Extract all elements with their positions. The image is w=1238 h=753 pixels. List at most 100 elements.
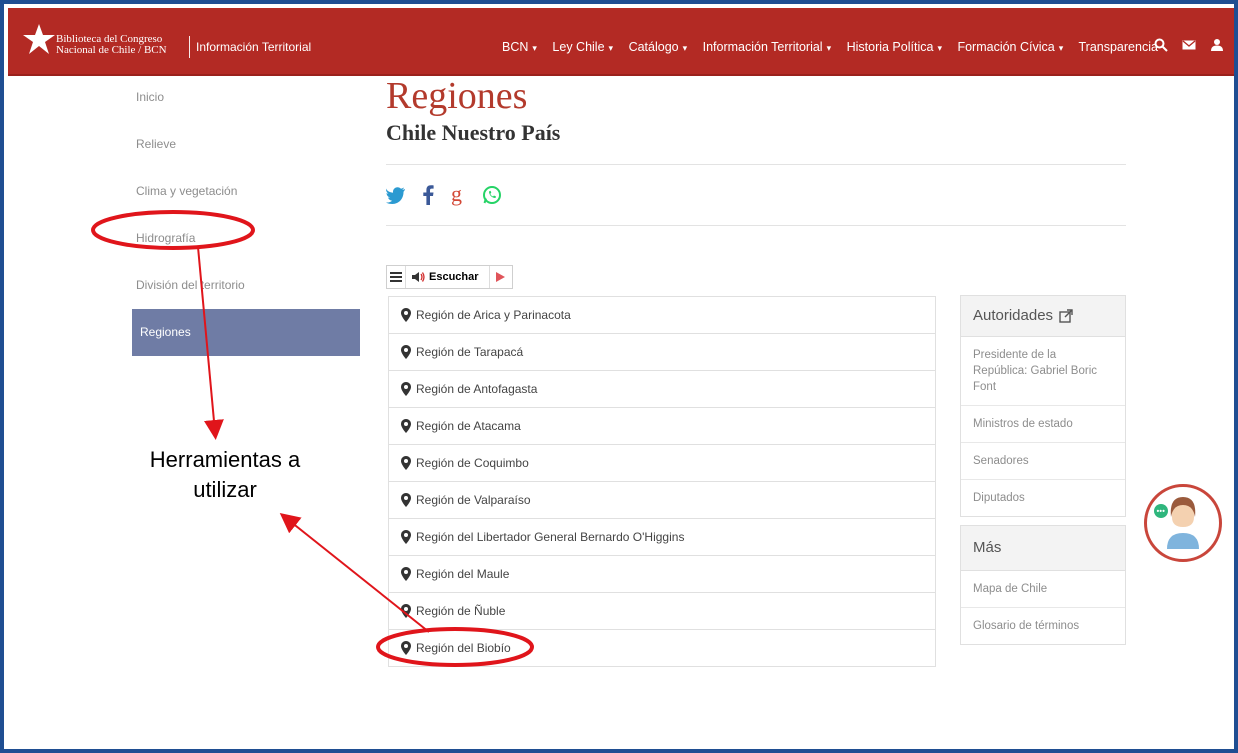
chevron-down-icon: ▾ <box>937 43 942 53</box>
facebook-icon[interactable] <box>422 185 434 205</box>
play-button[interactable] <box>488 266 512 288</box>
sidebar-item-regiones[interactable]: Regiones <box>132 309 360 356</box>
search-icon[interactable] <box>1154 38 1168 52</box>
chevron-down-icon: ▾ <box>532 43 537 53</box>
speaker-icon <box>412 272 425 282</box>
region-name: Región de Arica y Parinacota <box>416 308 571 322</box>
brand-separator <box>189 36 190 58</box>
map-marker-icon <box>401 641 411 655</box>
brand-section-label[interactable]: Información Territorial <box>196 40 311 54</box>
mas-item-glosario[interactable]: Glosario de términos <box>961 608 1125 644</box>
nav-catalogo[interactable]: Catálogo ▾ <box>629 40 688 54</box>
nav-transparencia[interactable]: Transparencia <box>1078 40 1157 54</box>
regions-list: Región de Arica y Parinacota Región de T… <box>388 296 936 667</box>
nav-transparencia-label: Transparencia <box>1078 40 1158 54</box>
text-to-speech-player: Escuchar <box>386 265 513 289</box>
chevron-down-icon: ▾ <box>826 43 832 53</box>
list-item[interactable]: Región de Tarapacá <box>389 334 935 371</box>
nav-formacion-civica[interactable]: Formación Cívica ▾ <box>957 40 1063 54</box>
brand-name[interactable]: Biblioteca del Congreso Nacional de Chil… <box>56 34 167 56</box>
user-icon[interactable] <box>1210 38 1224 52</box>
map-marker-icon <box>401 456 411 470</box>
list-item[interactable]: Región del Maule <box>389 556 935 593</box>
region-name: Región de Coquimbo <box>416 456 529 470</box>
autoridades-heading[interactable]: Autoridades <box>961 296 1125 337</box>
nav-ley-chile[interactable]: Ley Chile ▾ <box>552 40 613 54</box>
list-item[interactable]: Región de Arica y Parinacota <box>389 297 935 334</box>
map-marker-icon <box>401 419 411 433</box>
listen-label: Escuchar <box>429 271 479 283</box>
divider <box>386 225 1126 226</box>
chevron-down-icon: ▾ <box>608 43 614 53</box>
nav-historia-politica[interactable]: Historia Política ▾ <box>847 40 942 54</box>
twitter-icon[interactable] <box>386 186 406 204</box>
mas-widget: Más Mapa de Chile Glosario de términos <box>960 525 1126 645</box>
annotation-label: Herramientas a utilizar <box>149 447 301 502</box>
nav-informacion-territorial-label: Información Territorial <box>702 40 823 54</box>
region-name: Región de Atacama <box>416 419 521 433</box>
map-marker-icon <box>401 493 411 507</box>
social-share-bar: g <box>386 183 1126 207</box>
sidebar-item-hidrografia[interactable]: Hidrografía <box>132 215 360 262</box>
svg-text:g: g <box>451 184 462 206</box>
list-item[interactable]: Región de Coquimbo <box>389 445 935 482</box>
brand-line-2: Nacional de Chile / BCN <box>56 44 167 56</box>
sidebar-item-inicio[interactable]: Inicio <box>132 74 360 121</box>
svg-text:•••: ••• <box>1157 507 1166 516</box>
map-marker-icon <box>401 345 411 359</box>
whatsapp-icon[interactable] <box>482 185 502 205</box>
region-name: Región de Tarapacá <box>416 345 524 359</box>
chevron-down-icon: ▾ <box>1058 43 1064 53</box>
chat-assistant-button[interactable]: ••• <box>1144 484 1222 562</box>
page-subtitle: Chile Nuestro País <box>386 120 561 145</box>
listen-button[interactable]: Escuchar <box>406 266 489 288</box>
nav-bcn[interactable]: BCN ▾ <box>502 40 537 54</box>
mas-item-mapa[interactable]: Mapa de Chile <box>961 571 1125 608</box>
nav-ley-chile-label: Ley Chile <box>552 40 605 54</box>
nav-catalogo-label: Catálogo <box>628 40 679 54</box>
autoridades-item-diputados[interactable]: Diputados <box>961 480 1125 516</box>
external-link-icon <box>1059 309 1073 323</box>
nav-icon-group <box>1154 38 1224 52</box>
assistant-avatar-icon: ••• <box>1149 489 1217 557</box>
list-item[interactable]: Región del Biobío <box>389 630 935 666</box>
nav-historia-politica-label: Historia Política <box>846 40 934 54</box>
google-plus-icon[interactable]: g <box>450 184 466 206</box>
region-name: Región del Biobío <box>416 641 511 655</box>
screenshot-frame: Biblioteca del Congreso Nacional de Chil… <box>0 0 1238 753</box>
nav-bcn-label: BCN <box>502 40 529 54</box>
region-name: Región de Antofagasta <box>416 382 538 396</box>
region-name: Región del Maule <box>416 567 510 581</box>
map-marker-icon <box>401 567 411 581</box>
map-marker-icon <box>401 530 411 544</box>
top-navbar: Biblioteca del Congreso Nacional de Chil… <box>8 8 1234 76</box>
play-icon <box>496 272 506 282</box>
map-marker-icon <box>401 382 411 396</box>
menu-icon[interactable] <box>387 266 406 288</box>
list-item[interactable]: Región del Libertador General Bernardo O… <box>389 519 935 556</box>
region-name: Región de Ñuble <box>416 604 506 618</box>
sidebar-nav: Inicio Relieve Clima y vegetación Hidrog… <box>132 74 360 356</box>
bcn-star-logo-icon[interactable] <box>22 22 56 56</box>
autoridades-item-ministros[interactable]: Ministros de estado <box>961 406 1125 443</box>
map-marker-icon <box>401 308 411 322</box>
autoridades-item-senadores[interactable]: Senadores <box>961 443 1125 480</box>
mail-icon[interactable] <box>1182 38 1196 52</box>
map-marker-icon <box>401 604 411 618</box>
main-content: Regiones Chile Nuestro País g <box>386 74 1126 244</box>
list-item[interactable]: Región de Valparaíso <box>389 482 935 519</box>
autoridades-item-presidente[interactable]: Presidente de la República: Gabriel Bori… <box>961 337 1125 406</box>
nav-informacion-territorial[interactable]: Información Territorial ▾ <box>703 40 831 54</box>
list-item[interactable]: Región de Ñuble <box>389 593 935 630</box>
region-name: Región de Valparaíso <box>416 493 531 507</box>
nav-formacion-civica-label: Formación Cívica <box>957 40 1055 54</box>
mas-heading: Más <box>961 526 1125 571</box>
divider <box>386 164 1126 165</box>
sidebar-item-division-territorio[interactable]: División del territorio <box>132 262 360 309</box>
list-item[interactable]: Región de Antofagasta <box>389 371 935 408</box>
list-item[interactable]: Región de Atacama <box>389 408 935 445</box>
chevron-down-icon: ▾ <box>682 43 688 53</box>
sidebar-item-clima-vegetacion[interactable]: Clima y vegetación <box>132 168 360 215</box>
main-nav: BCN ▾ Ley Chile ▾ Catálogo ▾ Información Te… <box>502 40 1170 54</box>
sidebar-item-relieve[interactable]: Relieve <box>132 121 360 168</box>
